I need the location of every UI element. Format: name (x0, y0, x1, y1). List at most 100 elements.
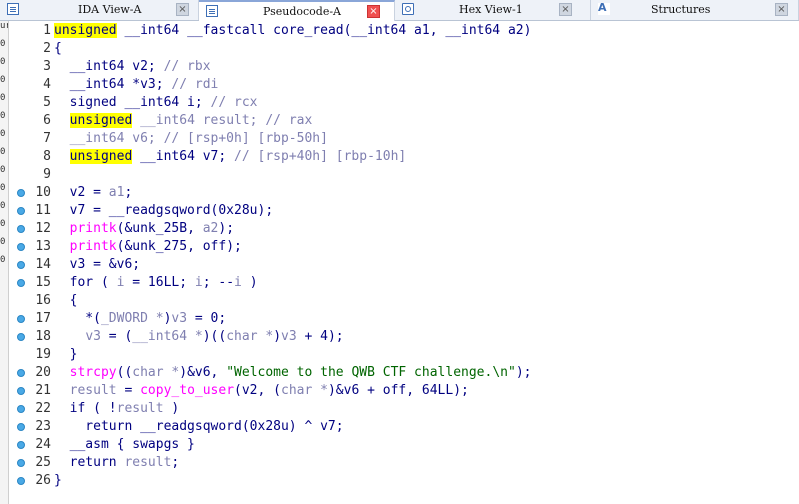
code-token: ; -- (202, 275, 235, 290)
breakpoint-dot-icon[interactable] (17, 405, 25, 413)
breakpoint-dot-icon[interactable] (17, 207, 25, 215)
code-token: unsigned (54, 23, 117, 38)
tab-pseudocode-a[interactable]: Pseudocode-A × (199, 0, 395, 21)
code-token: = (116, 383, 141, 398)
code-line[interactable]: 23 return __readgsqword(0x28u) ^ v7; (9, 418, 799, 436)
code-token: ) (273, 329, 282, 344)
code-token: __int64 result; // rax (132, 113, 313, 128)
pseudocode-view[interactable]: 1 unsigned __int64 __fastcall core_read(_… (9, 21, 799, 504)
tab-structures[interactable]: Structures × (591, 0, 799, 20)
code-line[interactable]: 25 return result; (9, 454, 799, 472)
breakpoint-dot-icon[interactable] (17, 315, 25, 323)
code-token: v3 (281, 329, 297, 344)
code-line[interactable]: 3 __int64 v2; // rbx (9, 58, 799, 76)
breakpoint-dot-icon[interactable] (17, 387, 25, 395)
code-token: ); (515, 365, 532, 380)
close-icon[interactable]: × (559, 3, 572, 16)
code-line[interactable]: 8 unsigned __int64 v7; // [rsp+40h] [rbp… (9, 148, 799, 166)
close-icon[interactable]: × (176, 3, 189, 16)
code-text: __asm { swapgs } (54, 437, 195, 452)
structures-icon (598, 1, 610, 15)
code-token: v3 (171, 311, 188, 326)
code-line[interactable]: 26} (9, 472, 799, 490)
code-text: __int64 *v3; // rdi (54, 77, 219, 92)
breakpoint-dot-icon[interactable] (17, 441, 25, 449)
left-strip-text: 0 (0, 39, 6, 49)
code-text: v3 = &v6; (54, 257, 140, 272)
line-number: 16 (35, 293, 51, 308)
code-line[interactable]: 20 strcpy((char *)&v6, "Welcome to the Q… (9, 364, 799, 382)
code-text: printk(&unk_25B, a2); (54, 221, 234, 236)
line-number: 18 (35, 329, 51, 344)
code-line[interactable]: 12 printk(&unk_25B, a2); (9, 220, 799, 238)
line-number: 26 (35, 473, 51, 488)
code-token: )&v6 + off, 64LL); (327, 383, 469, 398)
code-line[interactable]: 6 unsigned __int64 result; // rax (9, 112, 799, 130)
breakpoint-dot-icon[interactable] (17, 333, 25, 341)
left-strip-text: 0 (0, 183, 6, 193)
breakpoint-dot-icon[interactable] (17, 261, 25, 269)
code-line[interactable]: 22 if ( !result ) (9, 400, 799, 418)
left-strip-text: 0 (0, 255, 6, 265)
code-token: result (116, 401, 164, 416)
code-token: __int64 v7; (132, 149, 235, 164)
code-token: __int64 __fastcall core_read(__int64 a1,… (116, 23, 532, 38)
list-icon (206, 5, 218, 17)
left-strip-text: 0 (0, 201, 6, 211)
code-line[interactable]: 18 v3 = (__int64 *)((char *)v3 + 4); (9, 328, 799, 346)
tab-ida-view-a[interactable]: IDA View-A × (0, 0, 199, 20)
breakpoint-dot-icon[interactable] (17, 477, 25, 485)
code-text: result = copy_to_user(v2, (char *)&v6 + … (54, 383, 469, 398)
line-number: 5 (43, 95, 51, 110)
breakpoint-dot-icon[interactable] (17, 225, 25, 233)
code-line[interactable]: 13 printk(&unk_275, off); (9, 238, 799, 256)
code-line[interactable]: 7 __int64 v6; // [rsp+0h] [rbp-50h] (9, 130, 799, 148)
code-line[interactable]: 1 unsigned __int64 __fastcall core_read(_… (9, 22, 799, 40)
line-number: 17 (35, 311, 51, 326)
left-margin-strip: ur 0 0 0 0 0 0 0 0 0 0 0 0 0 (0, 21, 9, 504)
code-line[interactable]: 2{ (9, 40, 799, 58)
line-number: 7 (43, 131, 51, 146)
code-text: __int64 v6; // [rsp+0h] [rbp-50h] (54, 131, 328, 146)
code-token: __int64 v2; (54, 59, 164, 74)
breakpoint-dot-icon[interactable] (17, 279, 25, 287)
code-text: unsigned __int64 v7; // [rsp+40h] [rbp-1… (54, 149, 406, 164)
line-number: 14 (35, 257, 51, 272)
breakpoint-dot-icon[interactable] (17, 423, 25, 431)
breakpoint-dot-icon[interactable] (17, 189, 25, 197)
code-line[interactable]: 4 __int64 *v3; // rdi (9, 76, 799, 94)
tab-label: Pseudocode-A (263, 5, 342, 18)
code-line[interactable]: 10 v2 = a1; (9, 184, 799, 202)
breakpoint-dot-icon[interactable] (17, 243, 25, 251)
left-strip-text: ur (0, 21, 8, 31)
code-line[interactable]: 19 } (9, 346, 799, 364)
code-line[interactable]: 17 *(_DWORD *)v3 = 0; (9, 310, 799, 328)
code-line[interactable]: 9 (9, 166, 799, 184)
tab-hex-view-1[interactable]: Hex View-1 × (395, 0, 591, 20)
close-icon[interactable]: × (775, 3, 788, 16)
code-text: v2 = a1; (54, 185, 133, 200)
code-token: i (194, 275, 203, 290)
code-line[interactable]: 16 { (9, 292, 799, 310)
breakpoint-dot-icon[interactable] (17, 459, 25, 467)
code-line[interactable]: 5 signed __int64 i; // rcx (9, 94, 799, 112)
code-token: (v2, ( (234, 383, 281, 398)
code-token: char * (132, 365, 180, 380)
code-line[interactable]: 14 v3 = &v6; (9, 256, 799, 274)
breakpoint-dot-icon[interactable] (17, 369, 25, 377)
code-line[interactable]: 11 v7 = __readgsqword(0x28u); (9, 202, 799, 220)
code-line[interactable]: 15 for ( i = 16LL; i; --i ) (9, 274, 799, 292)
code-text: { (54, 41, 62, 56)
code-text: unsigned __int64 __fastcall core_read(__… (54, 23, 531, 38)
code-token: i (234, 275, 242, 290)
code-line[interactable]: 24 __asm { swapgs } (9, 436, 799, 454)
code-token: printk (54, 221, 117, 236)
line-number: 6 (43, 113, 51, 128)
code-token: *( (54, 311, 101, 326)
code-line[interactable]: 21 result = copy_to_user(v2, (char *)&v6… (9, 382, 799, 400)
code-token: { (54, 41, 62, 56)
close-icon[interactable]: × (367, 5, 380, 18)
code-text: printk(&unk_275, off); (54, 239, 242, 254)
